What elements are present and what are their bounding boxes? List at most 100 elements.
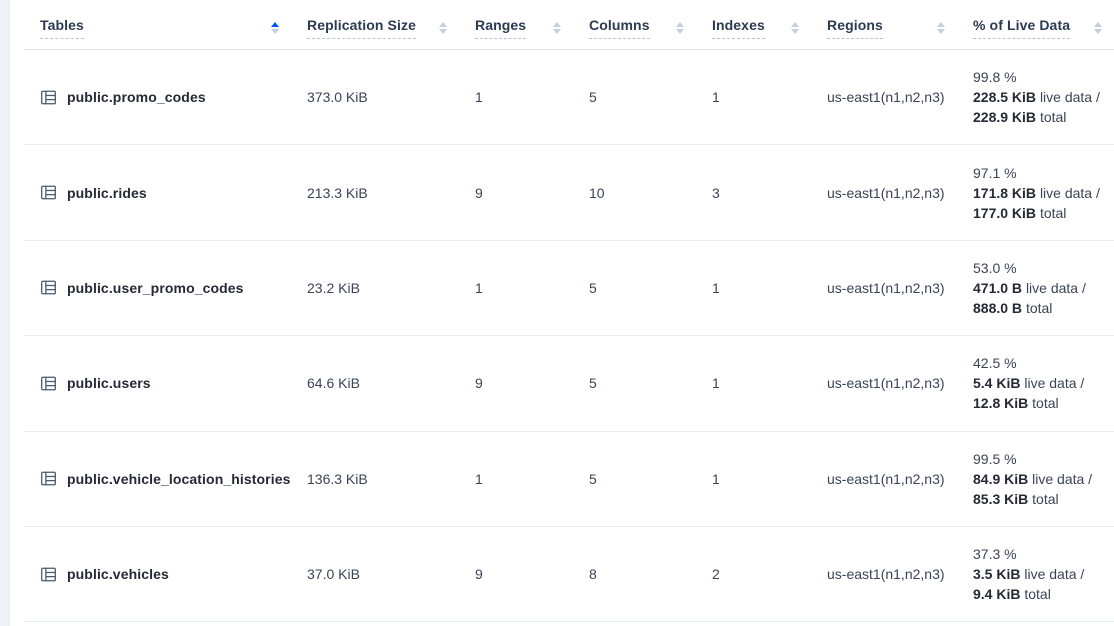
table-icon [40, 566, 57, 583]
table-icon [40, 184, 57, 201]
columns-cell: 5 [573, 471, 696, 487]
sort-carets-icon [937, 22, 945, 34]
table-icon [40, 375, 57, 392]
live-data-cell: 53.0 % 471.0 B live data / 888.0 B total [957, 258, 1114, 318]
live-size-line: 471.0 B live data / [973, 278, 1102, 298]
columns-cell: 8 [573, 566, 696, 582]
table-row: public.users 64.6 KiB 9 5 1 us-east1(n1,… [24, 336, 1114, 431]
ranges-cell: 1 [459, 89, 573, 105]
sort-caret-up-icon [553, 22, 561, 27]
columns-cell: 5 [573, 280, 696, 296]
table-name-cell: public.users [24, 375, 291, 392]
table-name-link[interactable]: public.users [67, 375, 151, 391]
sort-carets-icon [439, 22, 447, 34]
live-data-cell: 97.1 % 171.8 KiB live data / 177.0 KiB t… [957, 163, 1114, 223]
table-name-cell: public.user_promo_codes [24, 279, 291, 296]
live-percent: 99.8 % [973, 67, 1102, 87]
sort-caret-up-icon [439, 22, 447, 27]
column-header-label: Columns [589, 17, 650, 39]
live-percent: 53.0 % [973, 258, 1102, 278]
live-size-line: 228.5 KiB live data / [973, 87, 1102, 107]
table-name-cell: public.vehicles [24, 566, 291, 583]
sort-carets-icon [676, 22, 684, 34]
replication-size-cell: 23.2 KiB [291, 280, 459, 296]
table-row: public.vehicles 37.0 KiB 9 8 2 us-east1(… [24, 527, 1114, 622]
regions-cell: us-east1(n1,n2,n3) [811, 471, 957, 487]
total-size-line: 85.3 KiB total [973, 489, 1102, 509]
table-name-link[interactable]: public.rides [67, 185, 147, 201]
column-header-label: % of Live Data [973, 17, 1070, 39]
ranges-cell: 9 [459, 375, 573, 391]
sort-caret-up-icon [1094, 22, 1102, 27]
column-header-tables[interactable]: Tables [24, 0, 291, 49]
tables-panel: Tables Replication Size Ranges [10, 0, 1114, 626]
sort-caret-up-icon [271, 22, 279, 27]
sort-caret-up-icon [791, 22, 799, 27]
live-percent: 37.3 % [973, 544, 1102, 564]
ranges-cell: 1 [459, 471, 573, 487]
table-row: public.rides 213.3 KiB 9 10 3 us-east1(n… [24, 145, 1114, 240]
indexes-cell: 2 [696, 566, 811, 582]
table-header-row: Tables Replication Size Ranges [24, 0, 1114, 50]
regions-cell: us-east1(n1,n2,n3) [811, 280, 957, 296]
sort-caret-down-icon [791, 29, 799, 34]
table-icon [40, 279, 57, 296]
sort-caret-up-icon [676, 22, 684, 27]
regions-cell: us-east1(n1,n2,n3) [811, 375, 957, 391]
sort-caret-up-icon [937, 22, 945, 27]
regions-cell: us-east1(n1,n2,n3) [811, 185, 957, 201]
live-size-line: 84.9 KiB live data / [973, 469, 1102, 489]
total-size-line: 12.8 KiB total [973, 393, 1102, 413]
columns-cell: 5 [573, 375, 696, 391]
column-header-label: Replication Size [307, 17, 416, 39]
sort-carets-icon [791, 22, 799, 34]
live-percent: 99.5 % [973, 449, 1102, 469]
sort-carets-icon [271, 22, 279, 34]
table-name-link[interactable]: public.vehicles [67, 566, 169, 582]
column-header-live-data[interactable]: % of Live Data [957, 0, 1114, 49]
columns-cell: 10 [573, 185, 696, 201]
column-header-label: Tables [40, 17, 84, 39]
sort-carets-icon [1094, 22, 1102, 34]
column-header-regions[interactable]: Regions [811, 0, 957, 49]
table-name-link[interactable]: public.vehicle_location_histories [67, 471, 290, 487]
table-name-link[interactable]: public.user_promo_codes [67, 280, 244, 296]
column-header-indexes[interactable]: Indexes [696, 0, 811, 49]
column-header-replication-size[interactable]: Replication Size [291, 0, 459, 49]
table-name-cell: public.rides [24, 184, 291, 201]
indexes-cell: 1 [696, 89, 811, 105]
sort-carets-icon [553, 22, 561, 34]
table-name-link[interactable]: public.promo_codes [67, 89, 206, 105]
total-size-line: 228.9 KiB total [973, 107, 1102, 127]
column-header-label: Indexes [712, 17, 765, 39]
replication-size-cell: 37.0 KiB [291, 566, 459, 582]
ranges-cell: 9 [459, 566, 573, 582]
total-size-line: 888.0 B total [973, 298, 1102, 318]
table-name-cell: public.vehicle_location_histories [24, 470, 291, 487]
sort-caret-down-icon [271, 29, 279, 34]
indexes-cell: 1 [696, 471, 811, 487]
table-row: public.user_promo_codes 23.2 KiB 1 5 1 u… [24, 241, 1114, 336]
live-data-cell: 99.5 % 84.9 KiB live data / 85.3 KiB tot… [957, 449, 1114, 509]
live-size-line: 3.5 KiB live data / [973, 564, 1102, 584]
sort-caret-down-icon [676, 29, 684, 34]
live-data-cell: 99.8 % 228.5 KiB live data / 228.9 KiB t… [957, 67, 1114, 127]
replication-size-cell: 213.3 KiB [291, 185, 459, 201]
table-name-cell: public.promo_codes [24, 89, 291, 106]
table-row: public.promo_codes 373.0 KiB 1 5 1 us-ea… [24, 50, 1114, 145]
ranges-cell: 1 [459, 280, 573, 296]
column-header-columns[interactable]: Columns [573, 0, 696, 49]
indexes-cell: 1 [696, 280, 811, 296]
indexes-cell: 1 [696, 375, 811, 391]
regions-cell: us-east1(n1,n2,n3) [811, 89, 957, 105]
table-row: public.vehicle_location_histories 136.3 … [24, 432, 1114, 527]
column-header-ranges[interactable]: Ranges [459, 0, 573, 49]
sort-caret-down-icon [937, 29, 945, 34]
ranges-cell: 9 [459, 185, 573, 201]
sort-caret-down-icon [439, 29, 447, 34]
sort-caret-down-icon [553, 29, 561, 34]
tables-list: Tables Replication Size Ranges [24, 0, 1114, 622]
replication-size-cell: 136.3 KiB [291, 471, 459, 487]
regions-cell: us-east1(n1,n2,n3) [811, 566, 957, 582]
total-size-line: 177.0 KiB total [973, 203, 1102, 223]
